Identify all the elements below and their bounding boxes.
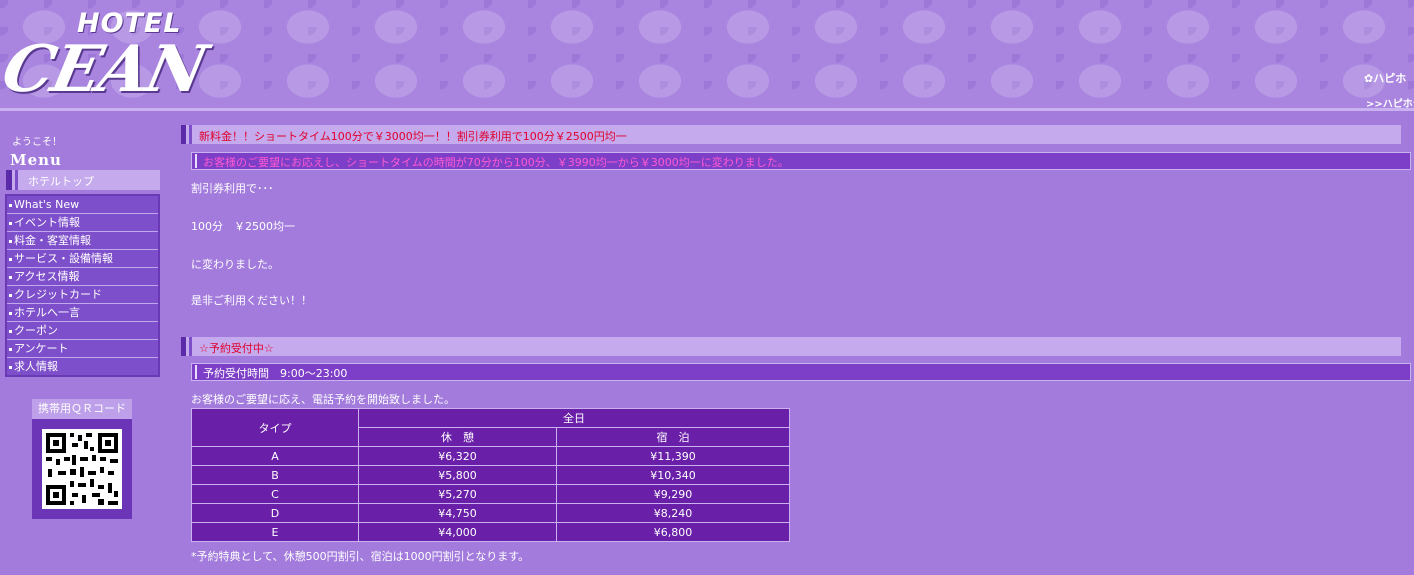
table-row: E ¥4,000 ¥6,800 (191, 522, 790, 542)
menu-item-label: 料金・客室情報 (14, 234, 91, 247)
menu-item-label: 求人情報 (14, 360, 58, 373)
partner-logo-text: ハピホ (1373, 72, 1407, 85)
news-subtitle-bar: お客様のご要望にお応えし、ショートタイムの時間が70分から100分、￥3990均… (191, 152, 1411, 170)
news-line-1: 割引券利用で･･･ (191, 182, 274, 195)
reservation-hours: 予約受付時間 9:00～23:00 (203, 367, 348, 380)
table-row: A ¥6,320 ¥11,390 (191, 446, 790, 466)
bullet-icon (9, 239, 12, 243)
partner-logo[interactable]: ✿ハピホ (1364, 70, 1406, 86)
menu-item-feedback[interactable]: ホテルへ一言 (7, 304, 158, 322)
stay-price: ¥10,340 (556, 465, 790, 485)
menu-item-label: What's New (14, 198, 80, 211)
header-bar-accent (189, 337, 192, 356)
reservation-section-header: ☆予約受付中☆ (181, 337, 1401, 356)
reservation-title: ☆予約受付中☆ (199, 342, 274, 355)
hotel-logo[interactable]: HOTEL CEAN (0, 6, 222, 107)
news-line-2: 100分 ￥2500均一 (191, 220, 295, 233)
room-type: A (191, 446, 359, 466)
bullet-icon (9, 275, 12, 279)
qr-panel: 携帯用ＱＲコード (32, 399, 132, 519)
header-bar (181, 125, 186, 144)
menu-item-access[interactable]: アクセス情報 (7, 268, 158, 286)
all-day-header: 全日 (358, 408, 790, 428)
news-section-header: 新料金！！ショートタイム100分で￥3000均一！！割引券利用で100分￥250… (181, 125, 1401, 144)
news-title: 新料金！！ショートタイム100分で￥3000均一！！割引券利用で100分￥250… (199, 130, 627, 143)
bullet-icon (9, 221, 12, 225)
reservation-intro: お客様のご要望に応え、電話予約を開始致しました。 (191, 393, 455, 406)
rest-price: ¥6,320 (358, 446, 557, 466)
room-type: E (191, 522, 359, 542)
menu-item-label: サービス・設備情報 (14, 252, 113, 265)
stay-price: ¥6,800 (556, 522, 790, 542)
menu-item-jobs[interactable]: 求人情報 (7, 358, 158, 375)
menu-item-credit-card[interactable]: クレジットカード (7, 286, 158, 304)
reservation-subtitle-bar: 予約受付時間 9:00～23:00 (191, 363, 1411, 381)
menu-item-label: アクセス情報 (14, 270, 80, 283)
bullet-icon (9, 365, 12, 369)
hotel-top-label: ホテルトップ (28, 175, 94, 188)
room-type: D (191, 503, 359, 523)
menu-item-label: イベント情報 (14, 216, 80, 229)
bullet-icon (9, 311, 12, 315)
site-header: HOTEL CEAN ✿ハピホ >>ハピホテ (0, 0, 1414, 111)
type-header: タイプ (191, 408, 359, 447)
subtitle-bar-mark (195, 154, 197, 168)
bullet-icon (9, 329, 12, 333)
menu-item-label: クレジットカード (14, 288, 102, 301)
stay-price: ¥9,290 (556, 484, 790, 504)
menu-item-events[interactable]: イベント情報 (7, 214, 158, 232)
welcome-text: ようこそ！ (12, 137, 62, 148)
bullet-icon (9, 347, 12, 351)
menu-item-coupon[interactable]: クーポン (7, 322, 158, 340)
room-type: C (191, 484, 359, 504)
menu-item-rates-rooms[interactable]: 料金・客室情報 (7, 232, 158, 250)
hotel-top-bar-accent (15, 170, 18, 190)
hotel-top-bar (6, 170, 12, 190)
sidebar-menu: What's New イベント情報 料金・客室情報 サービス・設備情報 アクセス… (5, 194, 160, 377)
qr-code-image (42, 429, 122, 509)
header-bar-accent (189, 125, 192, 144)
bullet-icon (9, 293, 12, 297)
menu-item-label: ホテルへ一言 (14, 306, 80, 319)
table-row: D ¥4,750 ¥8,240 (191, 503, 790, 523)
menu-item-label: アンケート (14, 342, 69, 355)
partner-link[interactable]: >>ハピホテ (1366, 95, 1414, 110)
partner-logo-icon: ✿ (1364, 72, 1374, 85)
stay-price: ¥11,390 (556, 446, 790, 466)
bullet-icon (9, 257, 12, 261)
stay-price: ¥8,240 (556, 503, 790, 523)
qr-title: 携帯用ＱＲコード (32, 399, 132, 419)
menu-item-whats-new[interactable]: What's New (7, 196, 158, 214)
qr-code-graphic (42, 429, 122, 509)
rate-table: タイプ 全日 休 憩 宿 泊 A ¥6,320 ¥11,390 B ¥5,800… (191, 408, 790, 542)
rest-price: ¥5,800 (358, 465, 557, 485)
menu-item-survey[interactable]: アンケート (7, 340, 158, 358)
room-type: B (191, 465, 359, 485)
table-row: C ¥5,270 ¥9,290 (191, 484, 790, 504)
rest-price: ¥4,750 (358, 503, 557, 523)
news-line-3: に変わりました。 (191, 258, 279, 271)
menu-title: Menu (10, 151, 62, 169)
logo-name-text: CEAN (0, 32, 212, 107)
news-line-4: 是非ご利用ください！！ (191, 294, 312, 307)
rest-header: 休 憩 (358, 427, 557, 447)
stay-header: 宿 泊 (556, 427, 790, 447)
table-header-row: タイプ 全日 (191, 408, 790, 447)
bullet-icon (9, 203, 12, 207)
hotel-top-link[interactable]: ホテルトップ (6, 170, 160, 190)
reservation-note: *予約特典として、休憩500円割引、宿泊は1000円割引となります。 (191, 550, 530, 563)
table-row: B ¥5,800 ¥10,340 (191, 465, 790, 485)
menu-item-label: クーポン (14, 324, 58, 337)
news-subtitle: お客様のご要望にお応えし、ショートタイムの時間が70分から100分、￥3990均… (203, 156, 789, 169)
rest-price: ¥5,270 (358, 484, 557, 504)
menu-item-services[interactable]: サービス・設備情報 (7, 250, 158, 268)
rest-price: ¥4,000 (358, 522, 557, 542)
header-bar (181, 337, 186, 356)
subtitle-bar-mark (195, 365, 197, 379)
